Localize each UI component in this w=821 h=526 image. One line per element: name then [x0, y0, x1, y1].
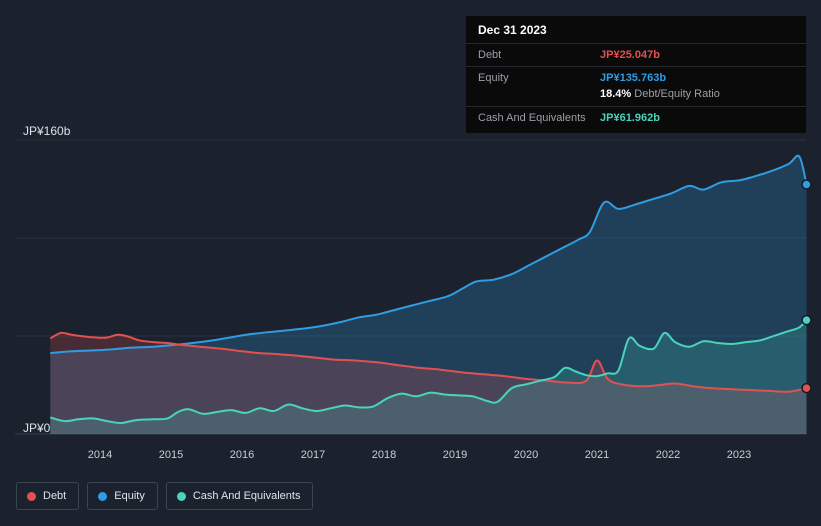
legend-label: Equity: [114, 490, 145, 502]
x-tick-label: 2015: [158, 449, 184, 461]
x-tick-label: 2014: [87, 449, 113, 461]
tooltip-ratio: 18.4% Debt/Equity Ratio: [600, 87, 720, 101]
debt-equity-history-chart: Dec 31 2023 Debt JP¥25.047b Equity JP¥13…: [0, 0, 821, 526]
tooltip-ratio-label: Debt/Equity Ratio: [634, 88, 720, 100]
tooltip-cash-value: JP¥61.962b: [600, 112, 660, 124]
legend-dot-icon: [176, 491, 186, 501]
tooltip-cash-row: Cash And Equivalents JP¥61.962b: [466, 106, 806, 129]
legend-label: Debt: [43, 490, 67, 502]
legend-dot-icon: [27, 491, 36, 501]
legend-item-cash-and-equivalents[interactable]: Cash And Equivalents: [165, 482, 314, 510]
tooltip-ratio-value: 18.4%: [600, 88, 632, 100]
chart-tooltip: Dec 31 2023 Debt JP¥25.047b Equity JP¥13…: [466, 16, 806, 133]
legend-item-equity[interactable]: Equity: [87, 482, 158, 510]
x-tick-label: 2023: [726, 449, 752, 461]
tooltip-cash-label: Cash And Equivalents: [478, 112, 586, 124]
tooltip-equity-value: JP¥135.763b: [600, 72, 667, 84]
tooltip-equity-row: Equity JP¥135.763b: [466, 66, 806, 86]
legend-dot-icon: [98, 491, 108, 501]
x-tick-label: 2018: [371, 449, 397, 461]
tooltip-ratio-row: 18.4% Debt/Equity Ratio: [466, 86, 806, 106]
x-tick-label: 2020: [513, 449, 539, 461]
x-axis: 2014 2015 2016 2017 2018 2019 2020 2021 2022 2023: [0, 449, 821, 465]
tooltip-date: Dec 31 2023: [478, 23, 547, 37]
y-axis-min-label: JP¥0: [23, 421, 51, 435]
x-tick-label: 2017: [300, 449, 326, 461]
x-tick-label: 2021: [584, 449, 610, 461]
tooltip-equity-label: Equity: [478, 72, 509, 84]
chart-legend: Debt Equity Cash And Equivalents: [16, 482, 314, 510]
tooltip-debt-label: Debt: [478, 49, 502, 61]
x-tick-label: 2022: [655, 449, 681, 461]
legend-item-debt[interactable]: Debt: [16, 482, 80, 510]
tooltip-debt-row: Debt JP¥25.047b: [466, 43, 806, 66]
cash-and-equivalents-endpoint-marker: [801, 314, 812, 326]
equity-endpoint-marker: [801, 179, 812, 190]
x-tick-label: 2019: [442, 449, 468, 461]
tooltip-debt-value: JP¥25.047b: [600, 49, 660, 61]
x-tick-label: 2016: [229, 449, 255, 461]
legend-label: Cash And Equivalents: [192, 490, 301, 502]
y-axis-max-label: JP¥160b: [23, 124, 71, 138]
debt-endpoint-marker: [801, 382, 812, 394]
